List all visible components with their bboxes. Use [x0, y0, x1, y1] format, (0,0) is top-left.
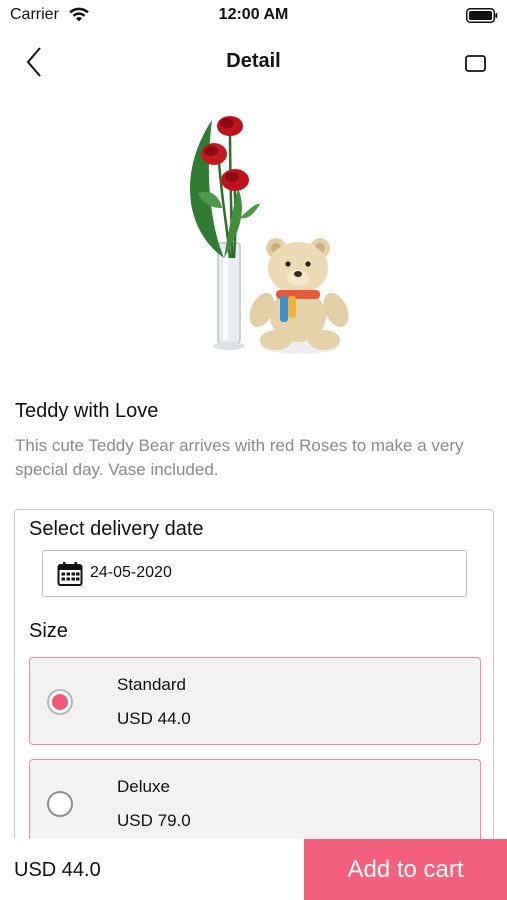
size-label: Size	[29, 620, 68, 642]
square-icon[interactable]	[460, 50, 490, 76]
battery-icon	[466, 8, 498, 23]
delivery-date-field[interactable]: 24-05-2020	[42, 550, 467, 597]
radio-standard[interactable]	[47, 689, 73, 715]
product-description: This cute Teddy Bear arrives with red Ro…	[15, 436, 464, 479]
checkout-bar: USD 44.0 Add to cart	[0, 839, 507, 900]
size-option-price: USD 79.0	[117, 811, 191, 830]
order-options-card: Select delivery date 24-05-2020 Size Sta…	[14, 509, 494, 859]
status-bar: Carrier 12:00 AM	[0, 0, 507, 32]
radio-deluxe[interactable]	[47, 791, 73, 817]
product-title: Teddy with Love	[15, 400, 159, 422]
size-option-standard[interactable]: Standard USD 44.0	[29, 657, 481, 745]
size-option-price: USD 44.0	[117, 709, 191, 728]
size-option-name: Standard	[117, 675, 186, 694]
delivery-date-label: Select delivery date	[29, 518, 204, 540]
calendar-icon	[57, 562, 83, 586]
delivery-date-value: 24-05-2020	[90, 564, 172, 581]
total-price: USD 44.0	[14, 859, 101, 881]
product-image	[190, 116, 349, 354]
clock: 12:00 AM	[218, 6, 289, 23]
page-title: Detail	[226, 50, 281, 72]
add-to-cart-button[interactable]: Add to cart	[304, 839, 507, 900]
product-detail-screen: Carrier 12:00 AM Detail Teddy with Love …	[0, 0, 507, 900]
nav-bar: Detail	[0, 36, 507, 88]
size-option-name: Deluxe	[117, 777, 170, 796]
